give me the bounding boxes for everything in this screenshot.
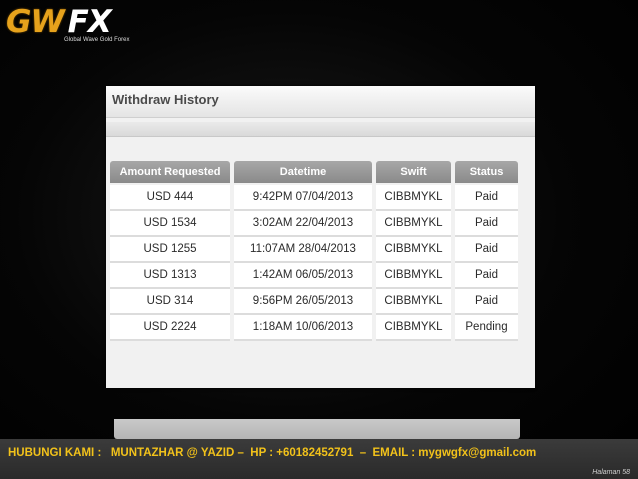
cell-status: Paid <box>455 263 518 289</box>
cell-status: Pending <box>455 315 518 341</box>
cell-status: Paid <box>455 185 518 211</box>
table-row: USD 1534 3:02AM 22/04/2013 CIBBMYKL Paid <box>110 211 518 237</box>
logo-tagline: Global Wave Gold Forex <box>64 37 130 43</box>
column-header-amount[interactable]: Amount Requested <box>110 161 230 183</box>
panel-title: Withdraw History <box>112 92 219 107</box>
cell-status: Paid <box>455 289 518 315</box>
column-header-swift[interactable]: Swift <box>376 161 451 183</box>
table-row: USD 444 9:42PM 07/04/2013 CIBBMYKL Paid <box>110 185 518 211</box>
cell-swift: CIBBMYKL <box>376 315 451 341</box>
table-row: USD 2224 1:18AM 10/06/2013 CIBBMYKL Pend… <box>110 315 518 341</box>
cell-swift: CIBBMYKL <box>376 185 451 211</box>
panel-toolbar-strip <box>106 122 535 137</box>
gwfx-logo: GW FX Global Wave Gold Forex <box>6 4 146 46</box>
column-header-datetime[interactable]: Datetime <box>234 161 372 183</box>
page-number: Halaman 58 <box>592 469 630 476</box>
table-row: USD 1313 1:42AM 06/05/2013 CIBBMYKL Paid <box>110 263 518 289</box>
table-header-row: Amount Requested Datetime Swift Status <box>110 161 518 183</box>
cell-datetime: 1:42AM 06/05/2013 <box>234 263 372 289</box>
panel-title-bar: Withdraw History <box>106 86 535 118</box>
cell-status: Paid <box>455 237 518 263</box>
logo-gw-text: GW <box>6 4 65 40</box>
table-row: USD 314 9:56PM 26/05/2013 CIBBMYKL Paid <box>110 289 518 315</box>
table-footer-bar <box>114 419 520 439</box>
cell-amount: USD 444 <box>110 185 230 211</box>
cell-amount: USD 1255 <box>110 237 230 263</box>
cell-swift: CIBBMYKL <box>376 237 451 263</box>
cell-swift: CIBBMYKL <box>376 289 451 315</box>
cell-datetime: 1:18AM 10/06/2013 <box>234 315 372 341</box>
cell-amount: USD 1534 <box>110 211 230 237</box>
cell-datetime: 9:42PM 07/04/2013 <box>234 185 372 211</box>
cell-swift: CIBBMYKL <box>376 263 451 289</box>
cell-datetime: 9:56PM 26/05/2013 <box>234 289 372 315</box>
withdraw-table: Amount Requested Datetime Swift Status U… <box>110 161 520 439</box>
cell-swift: CIBBMYKL <box>376 211 451 237</box>
cell-datetime: 3:02AM 22/04/2013 <box>234 211 372 237</box>
cell-amount: USD 314 <box>110 289 230 315</box>
cell-amount: USD 2224 <box>110 315 230 341</box>
logo-fx-text: FX <box>67 4 112 40</box>
cell-status: Paid <box>455 211 518 237</box>
table-row: USD 1255 11:07AM 28/04/2013 CIBBMYKL Pai… <box>110 237 518 263</box>
contact-bar: HUBUNGI KAMI : MUNTAZHAR @ YAZID – HP : … <box>0 439 638 479</box>
cell-amount: USD 1313 <box>110 263 230 289</box>
table-body: USD 444 9:42PM 07/04/2013 CIBBMYKL Paid … <box>110 185 518 341</box>
logo-wordmark: GW FX <box>6 4 112 40</box>
cell-datetime: 11:07AM 28/04/2013 <box>234 237 372 263</box>
withdraw-history-panel: Withdraw History Amount Requested Dateti… <box>106 86 535 439</box>
contact-info: HUBUNGI KAMI : MUNTAZHAR @ YAZID – HP : … <box>8 447 537 459</box>
column-header-status[interactable]: Status <box>455 161 518 183</box>
